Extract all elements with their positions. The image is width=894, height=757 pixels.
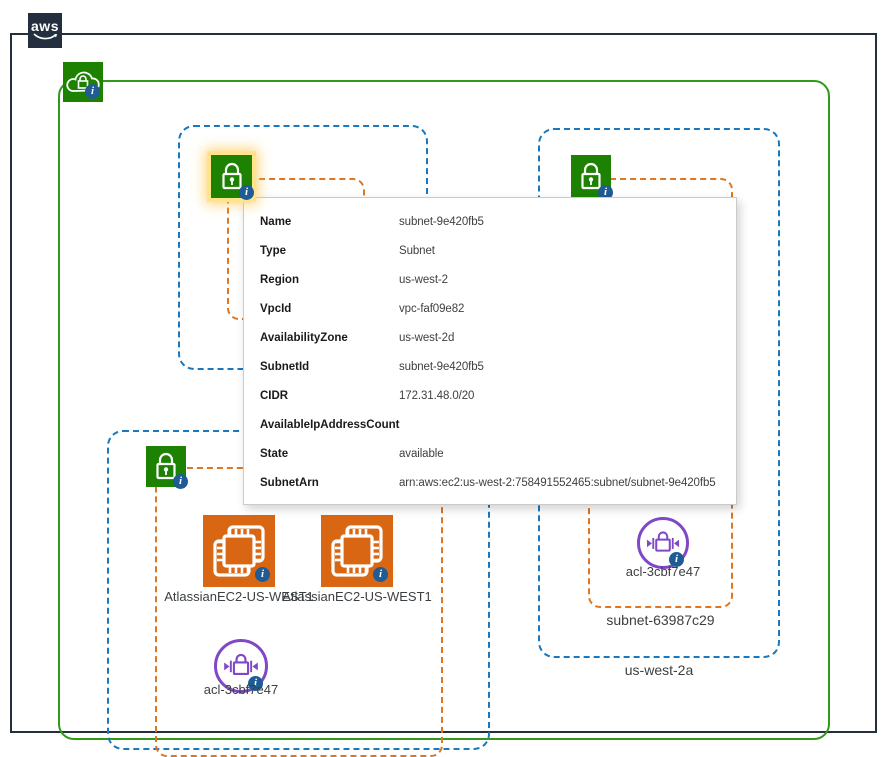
aws-logo: aws bbox=[28, 13, 62, 48]
vpc-icon[interactable]: i bbox=[63, 62, 103, 102]
tooltip-row: VpcId vpc-faf09e82 bbox=[244, 294, 736, 323]
az-right-label: us-west-2a bbox=[538, 662, 780, 678]
tooltip-field-label: Type bbox=[260, 245, 399, 257]
tooltip-field-label: AvailableIpAddressCount bbox=[260, 419, 400, 431]
tooltip-field-value: available bbox=[399, 448, 444, 460]
subnet-lock-icon-right[interactable]: i bbox=[571, 155, 611, 198]
ec2-instance-icon-right[interactable]: i bbox=[321, 515, 393, 587]
tooltip-row: AvailableIpAddressCount bbox=[244, 410, 736, 439]
subnet-right-label: subnet-63987c29 bbox=[588, 612, 733, 628]
info-badge-icon[interactable]: i bbox=[85, 84, 100, 99]
info-badge-icon[interactable]: i bbox=[239, 185, 254, 200]
tooltip-field-value: subnet-9e420fb5 bbox=[399, 361, 484, 373]
tooltip-field-value: arn:aws:ec2:us-west-2:758491552465:subne… bbox=[399, 477, 716, 489]
tooltip-field-label: Region bbox=[260, 274, 399, 286]
info-badge-icon[interactable]: i bbox=[373, 567, 388, 582]
tooltip-row: SubnetId subnet-9e420fb5 bbox=[244, 352, 736, 381]
info-badge-icon[interactable]: i bbox=[255, 567, 270, 582]
tooltip-row: Region us-west-2 bbox=[244, 265, 736, 294]
aws-logo-text: aws bbox=[31, 20, 59, 33]
tooltip-field-label: CIDR bbox=[260, 390, 399, 402]
tooltip-field-label: SubnetId bbox=[260, 361, 399, 373]
ec2-instance-icon-left[interactable]: i bbox=[203, 515, 275, 587]
subnet-boundary-lower-left bbox=[155, 467, 443, 757]
info-badge-icon[interactable]: i bbox=[173, 474, 188, 489]
tooltip-field-label: SubnetArn bbox=[260, 477, 399, 489]
tooltip-row: Name subnet-9e420fb5 bbox=[244, 207, 736, 236]
tooltip-field-value: vpc-faf09e82 bbox=[399, 303, 464, 315]
tooltip-row: Type Subnet bbox=[244, 236, 736, 265]
tooltip-row: State available bbox=[244, 439, 736, 468]
aws-smile-icon bbox=[32, 33, 58, 41]
tooltip-field-value: us-west-2d bbox=[399, 332, 454, 344]
tooltip-field-value: Subnet bbox=[399, 245, 435, 257]
tooltip-row: CIDR 172.31.48.0/20 bbox=[244, 381, 736, 410]
subnet-tooltip: Name subnet-9e420fb5 Type Subnet Region … bbox=[243, 197, 737, 505]
tooltip-field-value: subnet-9e420fb5 bbox=[399, 216, 484, 228]
tooltip-field-value: 172.31.48.0/20 bbox=[399, 390, 474, 402]
network-acl-icon-right[interactable]: i bbox=[637, 517, 689, 569]
tooltip-field-label: VpcId bbox=[260, 303, 399, 315]
subnet-lock-icon-lower-left[interactable]: i bbox=[146, 446, 186, 487]
tooltip-field-label: State bbox=[260, 448, 399, 460]
subnet-lock-icon-hovered[interactable]: i bbox=[211, 155, 252, 198]
tooltip-field-label: AvailabilityZone bbox=[260, 332, 399, 344]
tooltip-field-label: Name bbox=[260, 216, 399, 228]
tooltip-row: SubnetArn arn:aws:ec2:us-west-2:75849155… bbox=[244, 468, 736, 497]
network-acl-label-bottom: acl-3cbf7e47 bbox=[166, 682, 316, 697]
ec2-instance-label-right: AtlassianEC2-US-WEST1 bbox=[257, 589, 457, 604]
tooltip-row: AvailabilityZone us-west-2d bbox=[244, 323, 736, 352]
network-acl-label-right: acl-3cbf7e47 bbox=[588, 564, 738, 579]
tooltip-field-value: us-west-2 bbox=[399, 274, 448, 286]
